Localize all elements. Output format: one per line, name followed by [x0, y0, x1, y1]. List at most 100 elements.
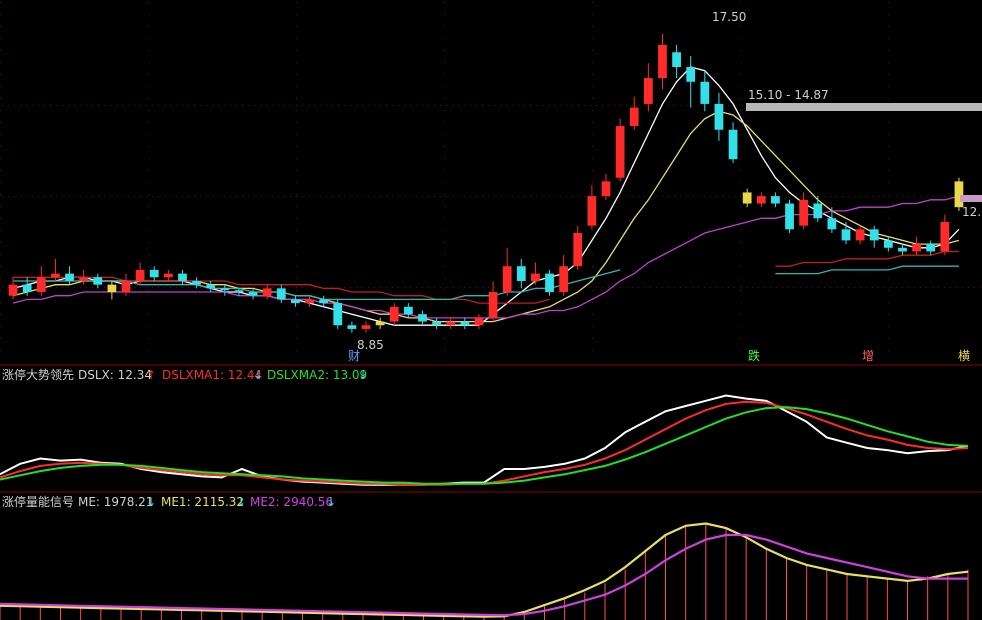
grid-dot — [0, 14, 1, 15]
grid-dot — [530, 287, 531, 288]
grid-dot — [148, 302, 149, 303]
candle-body — [841, 229, 851, 241]
grid-dot — [890, 196, 891, 197]
grid-dot — [212, 105, 213, 106]
grid-dot — [0, 242, 1, 243]
grid-dot — [512, 196, 513, 197]
grid-dot — [444, 86, 445, 87]
grid-dot — [444, 242, 445, 243]
grid-dot — [146, 105, 147, 106]
grid-dot — [592, 170, 593, 171]
candle-body — [545, 273, 554, 293]
grid-dot — [592, 86, 593, 87]
grid-dot — [734, 287, 735, 288]
grid-dot — [148, 170, 149, 171]
grid-dot — [152, 196, 153, 197]
grid-dot — [0, 326, 1, 327]
grid-dot — [888, 302, 889, 303]
grid-dot — [548, 196, 549, 197]
grid-dot — [356, 196, 357, 197]
grid-dot — [888, 158, 889, 159]
grid-dot — [248, 105, 249, 106]
grid-dot — [200, 287, 201, 288]
grid-dot — [296, 2, 297, 3]
grid-dot — [380, 287, 381, 288]
candle-body — [446, 321, 456, 326]
grid-dot — [902, 287, 903, 288]
grid-dot — [740, 122, 741, 123]
grid-dot — [362, 105, 363, 106]
grid-dot — [740, 134, 741, 135]
grid-dot — [110, 196, 111, 197]
grid-dot — [740, 278, 741, 279]
grid-dot — [148, 218, 149, 219]
grid-dot — [158, 105, 159, 106]
grid-dot — [500, 287, 501, 288]
candle-body — [601, 181, 611, 197]
grid-dot — [170, 105, 171, 106]
grid-dot — [710, 196, 711, 197]
candle-body — [36, 277, 46, 293]
grid-dot — [752, 196, 753, 197]
grid-dot — [362, 196, 363, 197]
grid-dot — [596, 105, 597, 106]
candle-body — [898, 247, 907, 252]
stock-chart[interactable]: 涨停大势领先 DSLX: 12.34 ↑ DSLXMA1: 12.44 ↓ DS… — [0, 0, 982, 620]
grid-dot — [86, 287, 87, 288]
grid-dot — [542, 196, 543, 197]
event-marker-die: 跌 — [748, 348, 760, 363]
candle-body — [855, 229, 865, 241]
grid-dot — [92, 196, 93, 197]
grid-dot — [740, 218, 741, 219]
candle-body — [954, 181, 964, 208]
grid-dot — [278, 196, 279, 197]
grid-dot — [0, 290, 1, 291]
grid-dot — [888, 278, 889, 279]
grid-dot — [170, 287, 171, 288]
grid-dot — [410, 287, 411, 288]
grid-dot — [0, 2, 1, 3]
grid-dot — [444, 194, 445, 195]
grid-dot — [888, 218, 889, 219]
grid-dot — [626, 287, 627, 288]
grid-dot — [0, 350, 1, 351]
grid-dot — [148, 314, 149, 315]
grid-dot — [140, 287, 141, 288]
grid-dot — [710, 105, 711, 106]
grid-dot — [0, 254, 1, 255]
grid-dot — [464, 196, 465, 197]
grid-dot — [296, 98, 297, 99]
grid-dot — [0, 134, 1, 135]
event-marker-zeng: 增 — [862, 349, 874, 363]
grid-dot — [8, 105, 9, 106]
candle-body — [940, 221, 950, 252]
grid-dot — [446, 287, 447, 288]
candle-body — [65, 273, 74, 281]
range-bar — [746, 103, 982, 111]
grid-dot — [444, 302, 445, 303]
grid-dot — [332, 196, 333, 197]
grid-dot — [914, 196, 915, 197]
grid-dot — [122, 105, 123, 106]
grid-dot — [314, 287, 315, 288]
grid-dot — [578, 287, 579, 288]
grid-dot — [668, 105, 669, 106]
grid-dot — [296, 62, 297, 63]
grid-dot — [746, 287, 747, 288]
grid-dot — [444, 278, 445, 279]
grid-dot — [296, 86, 297, 87]
grid-dot — [194, 105, 195, 106]
grid-dot — [380, 105, 381, 106]
candle-body — [8, 284, 18, 296]
grid-dot — [518, 105, 519, 106]
grid-dot — [374, 105, 375, 106]
grid-dot — [500, 105, 501, 106]
grid-dot — [764, 287, 765, 288]
grid-dot — [200, 196, 201, 197]
grid-dot — [0, 278, 1, 279]
grid-dot — [896, 287, 897, 288]
grid-dot — [74, 196, 75, 197]
grid-dot — [782, 196, 783, 197]
grid-dot — [740, 74, 741, 75]
grid-dot — [260, 196, 261, 197]
